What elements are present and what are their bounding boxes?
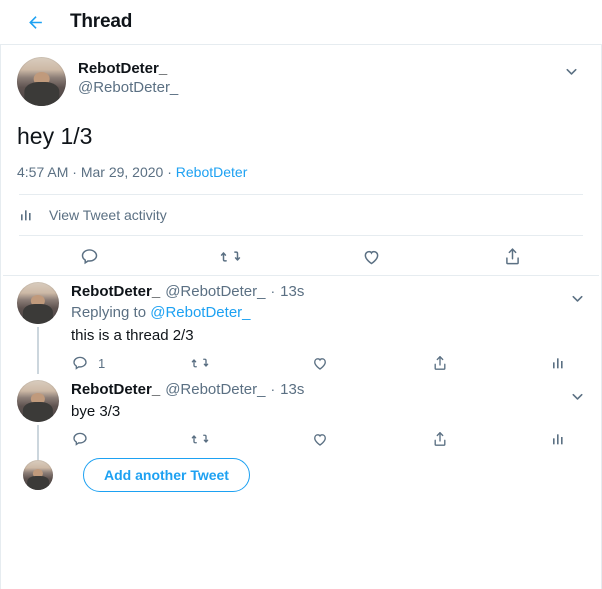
reply-header: RebotDeter_ @RebotDeter_ · 13s bbox=[71, 282, 585, 302]
avatar[interactable] bbox=[17, 380, 59, 422]
avatar[interactable] bbox=[17, 282, 59, 324]
add-another-tweet-button[interactable]: Add another Tweet bbox=[83, 458, 250, 492]
replying-to-prefix: Replying to bbox=[71, 304, 151, 321]
analytics-bars-icon bbox=[553, 358, 563, 369]
display-name[interactable]: RebotDeter_ bbox=[71, 380, 160, 399]
avatar[interactable] bbox=[23, 460, 53, 490]
meta-separator-1: · bbox=[72, 164, 77, 180]
retweet-icon bbox=[191, 358, 209, 368]
tweet-time: 4:57 AM bbox=[17, 164, 69, 180]
thread-connector-line bbox=[37, 327, 39, 374]
arrow-left-icon bbox=[28, 15, 42, 29]
analytics-bars-icon bbox=[553, 434, 563, 445]
back-button[interactable] bbox=[18, 5, 52, 39]
reply-body: RebotDeter_ @RebotDeter_ · 13s Replying … bbox=[71, 282, 585, 374]
chevron-down-icon bbox=[565, 68, 577, 75]
like-icon bbox=[314, 434, 326, 446]
retweet-icon bbox=[191, 434, 209, 444]
retweet-button[interactable] bbox=[191, 430, 311, 448]
reply-button[interactable]: 1 bbox=[71, 354, 191, 372]
main-tweet-identity: RebotDeter_ @RebotDeter_ bbox=[78, 57, 557, 98]
display-name[interactable]: RebotDeter_ bbox=[71, 282, 160, 301]
like-icon bbox=[314, 358, 326, 370]
reply-actions: 1 bbox=[71, 354, 585, 372]
reply-icon bbox=[73, 356, 87, 370]
replying-to-line: Replying to @RebotDeter_ bbox=[71, 302, 585, 324]
retweet-icon bbox=[220, 251, 241, 262]
share-icon bbox=[434, 432, 446, 446]
tweet-source-link[interactable]: RebotDeter bbox=[176, 164, 248, 180]
reply-menu-button[interactable] bbox=[563, 382, 591, 410]
thread-reply: RebotDeter_ @RebotDeter_ · 13s bye 3/3 bbox=[1, 374, 601, 450]
like-button[interactable] bbox=[311, 430, 431, 448]
reply-avatar-column bbox=[17, 380, 59, 450]
chevron-down-icon bbox=[571, 295, 583, 302]
reply-count: 1 bbox=[98, 355, 106, 371]
meta-separator: · bbox=[270, 381, 276, 397]
timestamp[interactable]: 13s bbox=[280, 381, 304, 398]
reply-text: this is a thread 2/3 bbox=[71, 327, 194, 344]
thread-content: RebotDeter_ @RebotDeter_ hey 1/3 4:57 AM… bbox=[0, 45, 602, 589]
display-name[interactable]: RebotDeter_ bbox=[78, 59, 557, 78]
main-tweet-meta: 4:57 AM · Mar 29, 2020 · RebotDeter bbox=[17, 164, 585, 180]
analytics-button[interactable] bbox=[551, 355, 567, 371]
thread-page: Thread RebotDeter_ @RebotDeter_ hey 1/3 … bbox=[0, 0, 602, 589]
avatar[interactable] bbox=[17, 57, 66, 106]
reply-text: bye 3/3 bbox=[71, 403, 121, 420]
chevron-down-icon bbox=[571, 393, 583, 400]
retweet-button[interactable] bbox=[160, 246, 301, 267]
tweet-date: Mar 29, 2020 bbox=[80, 164, 164, 180]
page-header: Thread bbox=[0, 0, 602, 45]
analytics-button[interactable] bbox=[551, 431, 567, 447]
share-button[interactable] bbox=[431, 354, 551, 372]
meta-separator-2: · bbox=[167, 164, 172, 180]
reply-header: RebotDeter_ @RebotDeter_ · 13s bbox=[71, 380, 585, 400]
share-button[interactable] bbox=[442, 246, 583, 267]
reply-avatar-column bbox=[17, 282, 59, 374]
reply-icon bbox=[73, 432, 87, 446]
reply-menu-button[interactable] bbox=[563, 284, 591, 312]
share-icon bbox=[434, 356, 446, 370]
thread-reply: RebotDeter_ @RebotDeter_ · 13s Replying … bbox=[1, 276, 601, 374]
compose-row-wrapper: Add another Tweet bbox=[1, 450, 601, 492]
like-button[interactable] bbox=[311, 354, 431, 372]
analytics-bars-icon bbox=[21, 210, 31, 221]
thread-connector-line bbox=[37, 425, 39, 450]
main-tweet-actions bbox=[17, 236, 585, 275]
like-button[interactable] bbox=[301, 246, 442, 267]
view-tweet-activity-row[interactable]: View Tweet activity bbox=[17, 195, 585, 235]
main-tweet: RebotDeter_ @RebotDeter_ hey 1/3 4:57 AM… bbox=[1, 45, 601, 275]
reply-icon bbox=[81, 249, 98, 265]
reply-actions bbox=[71, 430, 585, 448]
retweet-button[interactable] bbox=[191, 354, 311, 372]
handle[interactable]: @RebotDeter_ bbox=[165, 282, 265, 302]
compose-avatar-column bbox=[17, 460, 59, 490]
like-icon bbox=[364, 250, 379, 265]
reply-body: RebotDeter_ @RebotDeter_ · 13s bye 3/3 bbox=[71, 380, 585, 450]
main-tweet-header: RebotDeter_ @RebotDeter_ bbox=[17, 57, 585, 106]
share-icon bbox=[506, 248, 519, 265]
share-button[interactable] bbox=[431, 430, 551, 448]
timestamp[interactable]: 13s bbox=[280, 283, 304, 300]
handle[interactable]: @RebotDeter_ bbox=[78, 78, 557, 98]
reply-button[interactable] bbox=[71, 430, 191, 448]
handle[interactable]: @RebotDeter_ bbox=[165, 380, 265, 400]
meta-separator: · bbox=[270, 283, 276, 299]
reply-button[interactable] bbox=[19, 246, 160, 267]
view-tweet-activity-label: View Tweet activity bbox=[49, 207, 167, 223]
replying-to-handle-link[interactable]: @RebotDeter_ bbox=[150, 304, 250, 321]
compose-row: Add another Tweet bbox=[1, 450, 601, 492]
main-tweet-text: hey 1/3 bbox=[17, 123, 93, 149]
page-title: Thread bbox=[70, 11, 133, 32]
main-tweet-menu-button[interactable] bbox=[557, 57, 585, 85]
